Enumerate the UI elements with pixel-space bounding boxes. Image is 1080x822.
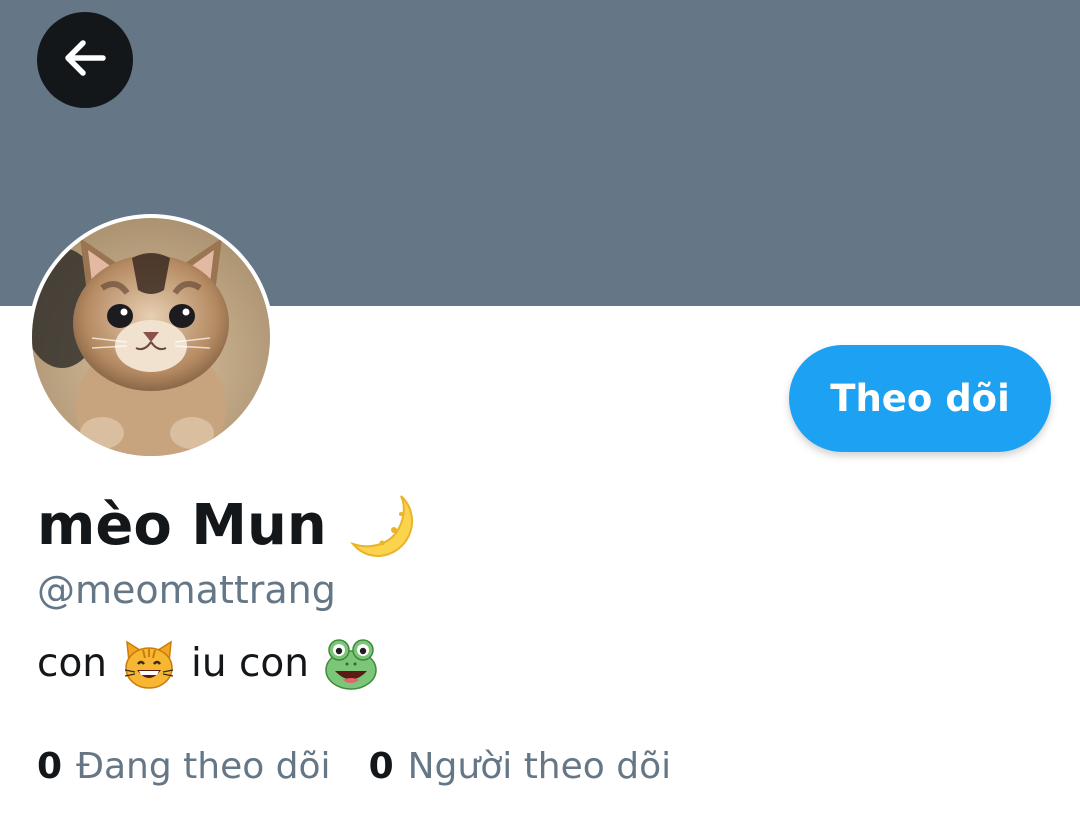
profile-stats: 0 Đang theo dõi 0 Người theo dõi — [37, 742, 671, 792]
followers-count: 0 — [368, 746, 394, 787]
back-button[interactable] — [37, 12, 133, 108]
display-name-text: mèo Mun — [37, 493, 327, 558]
frog-face-icon — [323, 636, 379, 692]
bio: con iu con — [37, 636, 379, 692]
user-handle: @meomattrang — [37, 568, 336, 612]
following-label: Đang theo dõi — [76, 746, 331, 787]
display-name: mèo Mun — [37, 490, 421, 562]
avatar[interactable] — [28, 214, 274, 460]
followers-label: Người theo dõi — [407, 746, 672, 787]
crescent-moon-icon — [349, 490, 421, 562]
bio-text-1: con — [37, 641, 108, 686]
bio-text-2: iu con — [191, 641, 310, 686]
followers-stat[interactable]: 0 Người theo dõi — [369, 742, 672, 792]
following-stat[interactable]: 0 Đang theo dõi — [37, 742, 331, 792]
follow-button[interactable]: Theo dõi — [789, 345, 1051, 452]
arrow-left-icon — [59, 32, 111, 88]
following-count: 0 — [37, 746, 63, 787]
grinning-cat-icon — [121, 636, 177, 692]
profile-page: Theo dõi mèo Mun @meomattrang con iu con… — [0, 0, 1080, 822]
kitten-avatar — [32, 218, 270, 456]
